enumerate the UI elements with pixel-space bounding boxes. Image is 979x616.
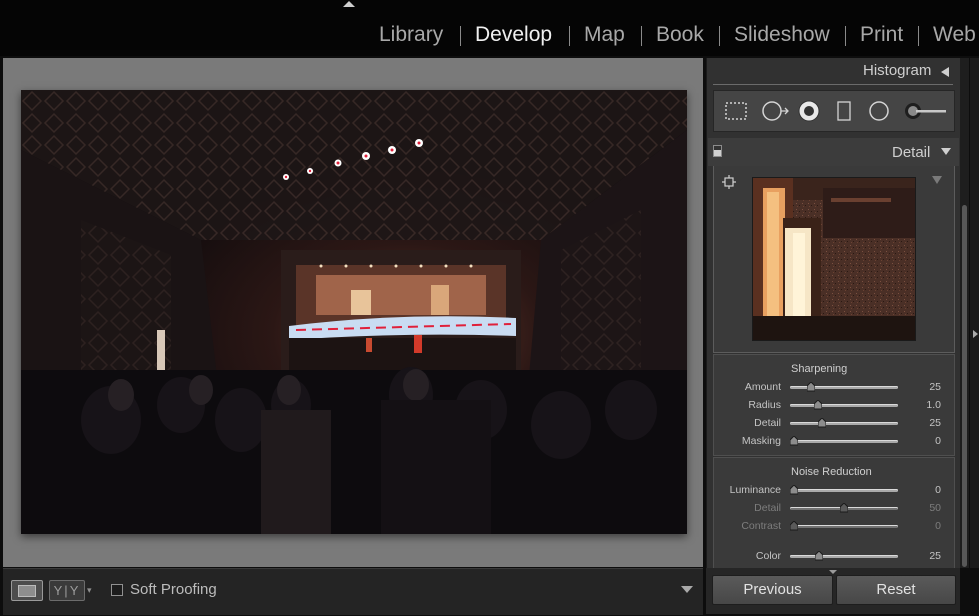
spot-removal-icon[interactable] bbox=[760, 99, 790, 123]
histogram-divider bbox=[713, 84, 953, 85]
noise-contrast-label: Contrast bbox=[741, 520, 781, 532]
noise-detail-slider-thumb[interactable] bbox=[840, 503, 848, 513]
module-separator bbox=[641, 26, 642, 46]
sharpening-masking-value[interactable]: 0 bbox=[911, 435, 941, 447]
soft-proofing-checkbox[interactable] bbox=[111, 584, 123, 596]
red-eye-icon[interactable] bbox=[797, 99, 821, 123]
previous-button[interactable]: Previous bbox=[712, 575, 833, 605]
sharpening-masking-slider[interactable] bbox=[790, 440, 898, 443]
module-separator bbox=[918, 26, 919, 46]
noise-detail-value[interactable]: 50 bbox=[911, 502, 941, 514]
module-web[interactable]: Web bbox=[933, 23, 976, 47]
sharpening-radius-label: Radius bbox=[748, 399, 781, 411]
theater-photo bbox=[21, 90, 687, 534]
soft-proofing-label[interactable]: Soft Proofing bbox=[130, 581, 217, 598]
noise-detail-label: Detail bbox=[754, 502, 781, 514]
noise-luminance-value[interactable]: 0 bbox=[911, 484, 941, 496]
noise-contrast-slider[interactable] bbox=[790, 525, 898, 528]
module-separator bbox=[719, 26, 720, 46]
histogram-collapse-icon[interactable] bbox=[941, 67, 949, 77]
noise-color-value[interactable]: 25 bbox=[911, 550, 941, 562]
view-options-dropdown-icon[interactable]: ▾ bbox=[87, 585, 92, 596]
photo-preview[interactable] bbox=[21, 90, 687, 534]
module-print[interactable]: Print bbox=[860, 23, 903, 47]
module-map[interactable]: Map bbox=[584, 23, 625, 47]
module-library[interactable]: Library bbox=[379, 23, 443, 47]
detail-header-label[interactable]: Detail bbox=[892, 144, 930, 161]
sharpening-amount-value[interactable]: 25 bbox=[911, 381, 941, 393]
detail-zoom-image bbox=[753, 178, 915, 340]
sharpening-title: Sharpening bbox=[791, 363, 848, 375]
scrollbar-thumb[interactable] bbox=[962, 205, 967, 567]
before-after-view-button[interactable]: Y|Y bbox=[49, 580, 85, 601]
module-separator bbox=[569, 26, 570, 46]
detail-zoom-preview[interactable] bbox=[752, 177, 916, 341]
noise-reduction-title: Noise Reduction bbox=[791, 466, 872, 478]
target-adjustment-icon[interactable] bbox=[722, 175, 736, 189]
collapse-right-panel-icon[interactable] bbox=[973, 330, 978, 338]
module-slideshow[interactable]: Slideshow bbox=[734, 23, 830, 47]
noise-color-slider-thumb[interactable] bbox=[815, 551, 823, 561]
sharpening-amount-label: Amount bbox=[744, 381, 781, 393]
preview-options-icon[interactable] bbox=[932, 176, 942, 184]
sharpening-detail-label: Detail bbox=[754, 417, 781, 429]
module-develop[interactable]: Develop bbox=[475, 23, 552, 47]
reset-button[interactable]: Reset bbox=[836, 575, 956, 605]
graduated-filter-icon[interactable] bbox=[835, 99, 853, 123]
noise-contrast-slider-thumb[interactable] bbox=[790, 521, 798, 531]
right-panel-edge bbox=[970, 58, 979, 568]
tool-strip bbox=[713, 90, 955, 132]
radial-filter-icon[interactable] bbox=[867, 99, 891, 123]
sharpening-detail-value[interactable]: 25 bbox=[911, 417, 941, 429]
noise-color-label: Color bbox=[755, 550, 781, 562]
noise-luminance-slider[interactable] bbox=[790, 489, 898, 492]
bottom-toolbar bbox=[3, 568, 703, 615]
crop-overlay-icon[interactable] bbox=[724, 100, 748, 122]
module-book[interactable]: Book bbox=[656, 23, 704, 47]
toolbar-options-dropdown-icon[interactable] bbox=[681, 586, 693, 593]
loupe-view-button[interactable] bbox=[11, 580, 43, 601]
histogram-header[interactable]: Histogram bbox=[863, 62, 931, 79]
noise-luminance-slider-thumb[interactable] bbox=[790, 485, 798, 495]
sharpening-radius-slider[interactable] bbox=[790, 404, 898, 407]
noise-contrast-value[interactable]: 0 bbox=[911, 520, 941, 532]
sharpening-masking-slider-thumb[interactable] bbox=[790, 436, 798, 446]
sharpening-radius-value[interactable]: 1.0 bbox=[911, 399, 941, 411]
sharpening-amount-slider-thumb[interactable] bbox=[807, 382, 815, 392]
noise-color-slider[interactable] bbox=[790, 555, 898, 558]
sharpening-detail-slider[interactable] bbox=[790, 422, 898, 425]
adjustment-brush-icon[interactable] bbox=[904, 101, 948, 121]
detail-collapse-icon[interactable] bbox=[941, 148, 951, 155]
module-separator bbox=[845, 26, 846, 46]
sharpening-radius-slider-thumb[interactable] bbox=[814, 400, 822, 410]
detail-panel-switch[interactable] bbox=[713, 145, 722, 157]
module-separator bbox=[460, 26, 461, 46]
noise-luminance-label: Luminance bbox=[729, 484, 781, 496]
collapse-top-panel-icon[interactable] bbox=[343, 1, 355, 7]
sharpening-masking-label: Masking bbox=[741, 435, 781, 447]
panel-end-marker-icon[interactable] bbox=[829, 570, 837, 574]
sharpening-detail-slider-thumb[interactable] bbox=[818, 418, 826, 428]
